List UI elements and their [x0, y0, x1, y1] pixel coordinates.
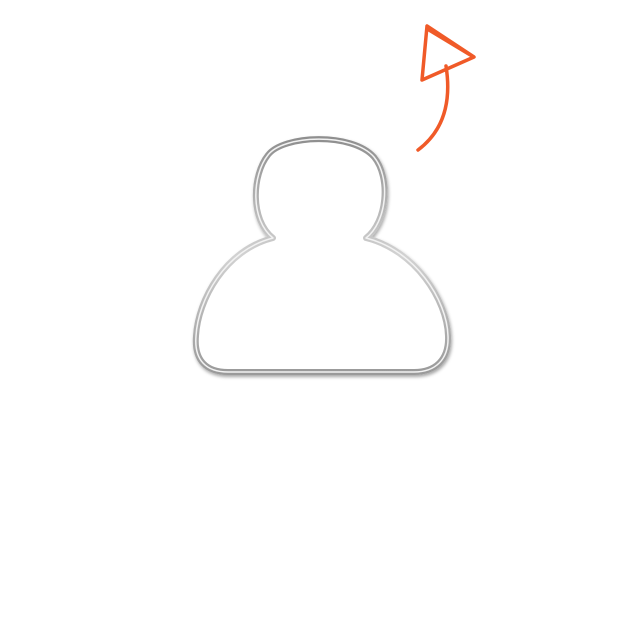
- upload-hint-arrow: [0, 0, 640, 616]
- hand-drawn-arrow-icon: [416, 24, 476, 152]
- placeholder-canvas: [0, 0, 640, 616]
